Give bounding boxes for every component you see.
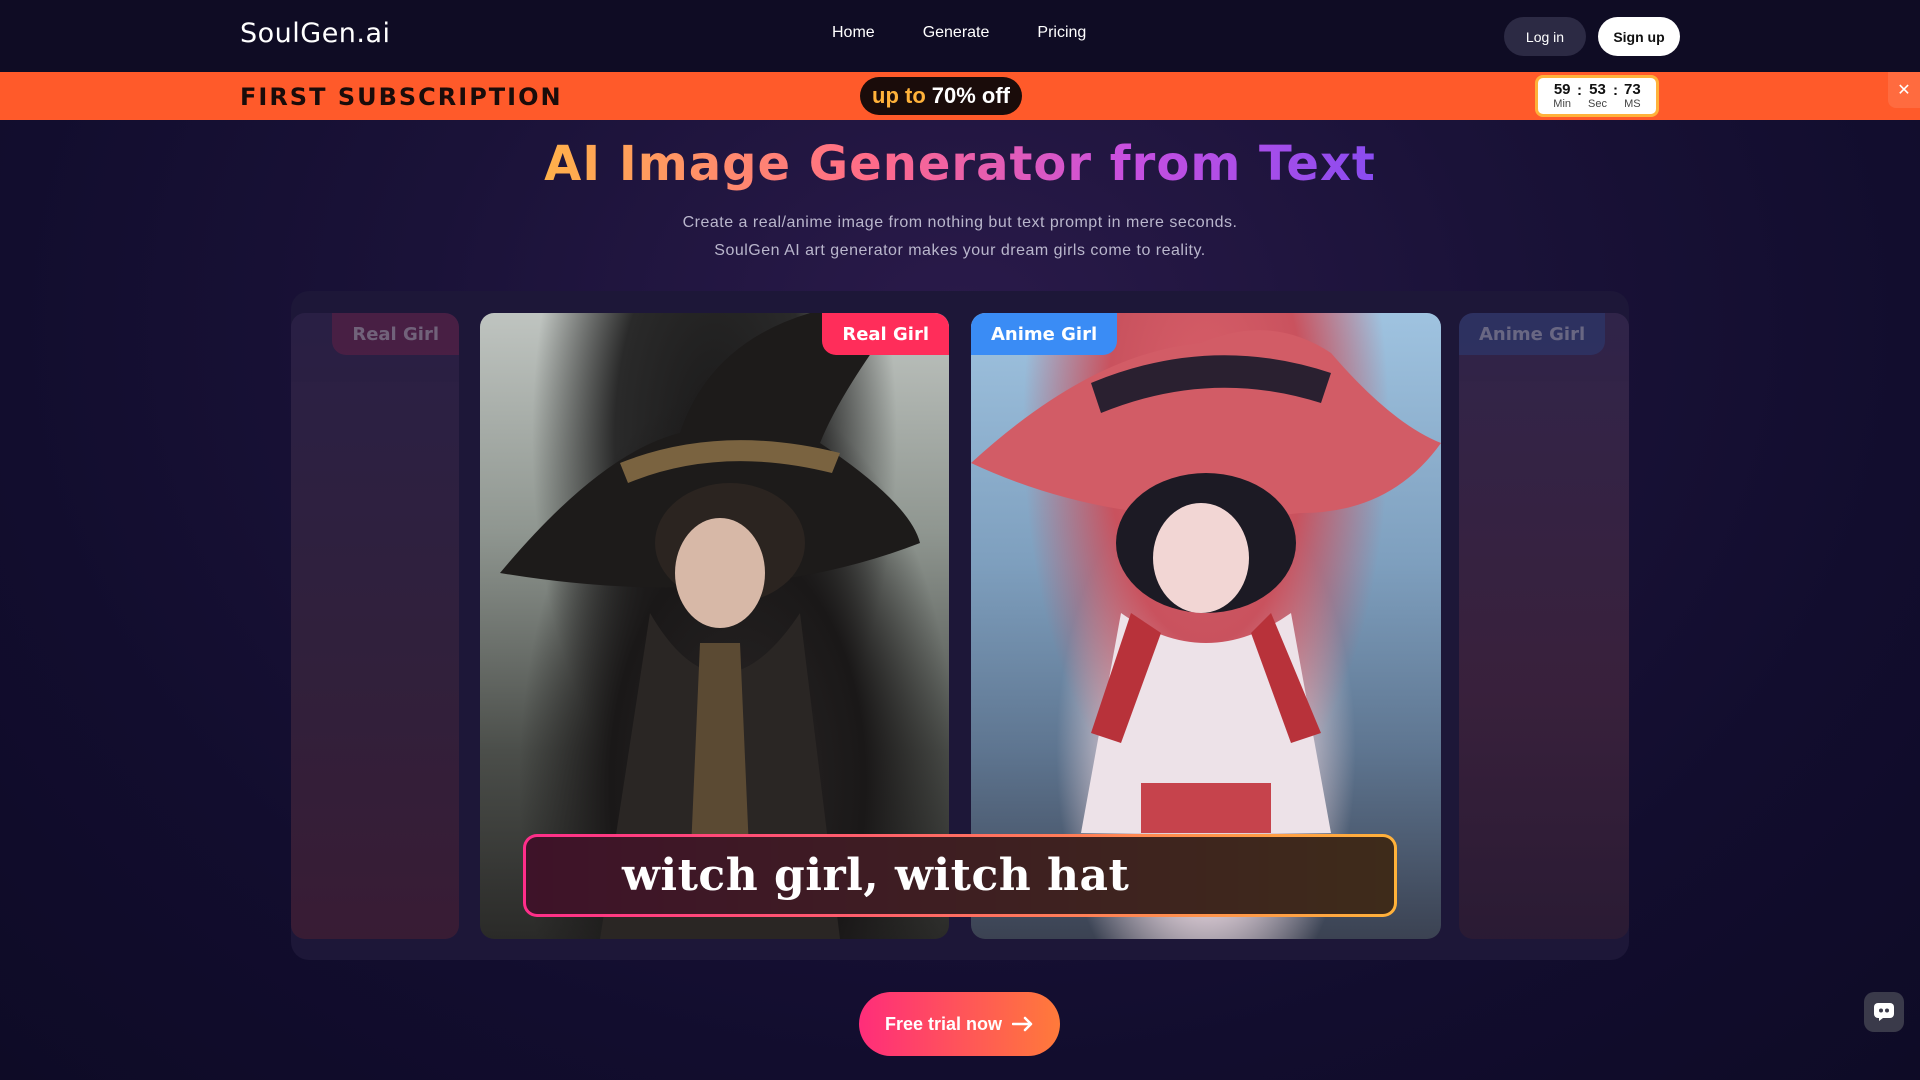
nav-generate[interactable]: Generate (923, 24, 990, 42)
nav-home[interactable]: Home (832, 24, 875, 42)
site-header: SoulGen.ai Home Generate Pricing Log in … (0, 0, 1920, 72)
close-icon[interactable]: ✕ (1888, 72, 1920, 108)
prompt-text: witch girl, witch hat (526, 837, 1394, 914)
free-trial-button[interactable]: Free trial now (859, 992, 1060, 1056)
page-title: AI Image Generator from Text (544, 136, 1376, 192)
login-button[interactable]: Log in (1504, 17, 1586, 56)
timer-ms-label: MS (1624, 98, 1641, 110)
timer-sec: 53 (1589, 81, 1606, 98)
carousel-card-real-prev[interactable]: Real Girl (291, 313, 459, 939)
tag-anime-girl: Anime Girl (971, 313, 1118, 355)
nav-pricing[interactable]: Pricing (1037, 24, 1086, 42)
main-nav: Home Generate Pricing (832, 24, 1086, 42)
chat-bot-icon (1874, 1003, 1894, 1021)
hero-subtitle-line2: SoulGen AI art generator makes your drea… (714, 242, 1206, 259)
countdown-timer: 59 Min : 53 Sec : 73 MS (1535, 75, 1659, 117)
hero-subtitle-line1: Create a real/anime image from nothing b… (682, 214, 1238, 231)
tag-real-girl: Real Girl (332, 313, 459, 355)
chat-bot-icon[interactable] (1864, 992, 1904, 1032)
timer-sep: : (1613, 82, 1618, 99)
promo-banner[interactable]: FIRST SUBSCRIPTION up to 70% off 59 Min … (0, 72, 1920, 120)
image-carousel[interactable]: Real Girl Real Girl Anime Girl Anime Gir… (291, 291, 1629, 960)
arrow-right-icon (1012, 1016, 1033, 1032)
logo[interactable]: SoulGen.ai (240, 18, 391, 49)
free-trial-label: Free trial now (884, 1013, 1003, 1034)
promo-title: FIRST SUBSCRIPTION (240, 83, 563, 111)
tag-anime-girl: Anime Girl (1459, 313, 1606, 355)
tag-real-girl: Real Girl (822, 313, 949, 355)
signup-button[interactable]: Sign up (1598, 17, 1680, 56)
prompt-display: witch girl, witch hat (523, 834, 1397, 917)
timer-min-label: Min (1553, 98, 1572, 110)
timer-sep: : (1577, 82, 1583, 99)
timer-min: 59 (1553, 81, 1571, 98)
discount-prefix: up to (872, 83, 926, 108)
discount-value: 70% off (931, 83, 1011, 108)
carousel-card-anime-next[interactable]: Anime Girl (1459, 313, 1629, 939)
discount-pill: up to 70% off (860, 77, 1023, 115)
hero-subtitle: Create a real/anime image from nothing b… (0, 209, 1920, 265)
timer-ms: 73 (1624, 81, 1641, 98)
timer-sec-label: Sec (1588, 98, 1607, 110)
